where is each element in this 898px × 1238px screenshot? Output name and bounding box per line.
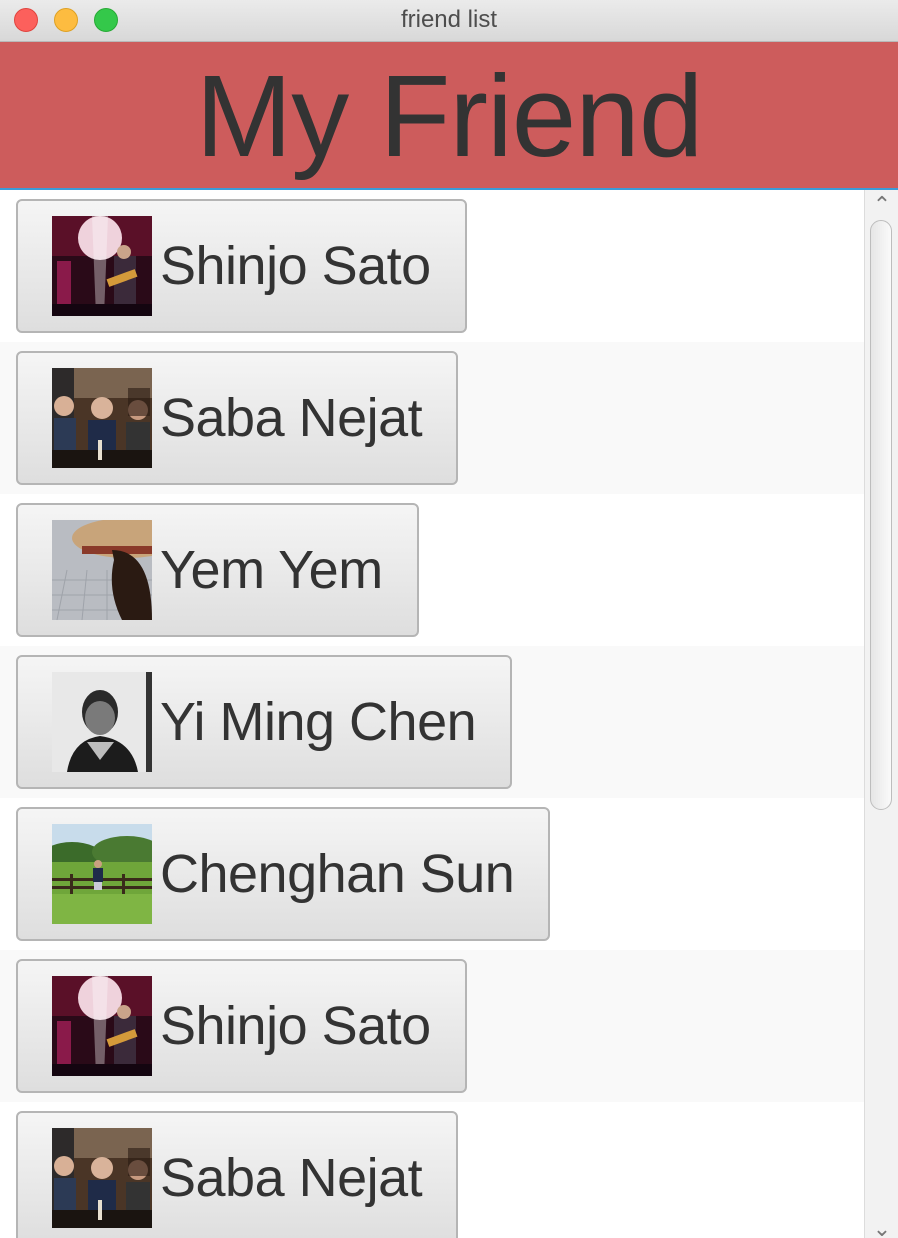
chevron-up-icon[interactable]: ⌃ [865,192,898,218]
friend-button[interactable]: Saba Nejat [16,351,459,485]
app-header: My Friend [0,42,898,188]
friend-name: Chenghan Sun [160,844,515,904]
list-item: Shinjo Sato [0,950,864,1102]
friend-button[interactable]: Shinjo Sato [16,959,467,1093]
friend-list[interactable]: Shinjo Sato Saba Nejat Yem Yem Yi Ming C… [0,188,898,1238]
friend-name: Yem Yem [160,540,383,600]
friend-button[interactable]: Yi Ming Chen [16,655,513,789]
friend-name: Shinjo Sato [160,236,431,296]
page-title: My Friend [195,51,704,181]
friend-name: Saba Nejat [160,1148,423,1208]
list-item: Yi Ming Chen [0,646,864,798]
friend-button[interactable]: Yem Yem [16,503,419,637]
avatar [52,1128,152,1228]
friend-button[interactable]: Chenghan Sun [16,807,551,941]
avatar [52,216,152,316]
chevron-down-icon[interactable]: ⌄ [865,1216,898,1238]
avatar [52,520,152,620]
list-item: Shinjo Sato [0,190,864,342]
friend-name: Saba Nejat [160,388,423,448]
friend-button[interactable]: Saba Nejat [16,1111,459,1238]
list-item: Saba Nejat [0,342,864,494]
list-item: Yem Yem [0,494,864,646]
avatar [52,368,152,468]
friend-name: Shinjo Sato [160,996,431,1056]
window-title: friend list [400,6,498,33]
list-item: Saba Nejat [0,1102,864,1238]
window-titlebar: friend list [0,0,898,42]
friend-button[interactable]: Shinjo Sato [16,199,467,333]
avatar [52,824,152,924]
vertical-scrollbar[interactable]: ⌃ ⌄ [864,190,898,1238]
avatar [52,672,152,772]
avatar [52,976,152,1076]
friend-name: Yi Ming Chen [160,692,477,752]
scrollbar-thumb[interactable] [870,220,892,810]
list-item: Chenghan Sun [0,798,864,950]
